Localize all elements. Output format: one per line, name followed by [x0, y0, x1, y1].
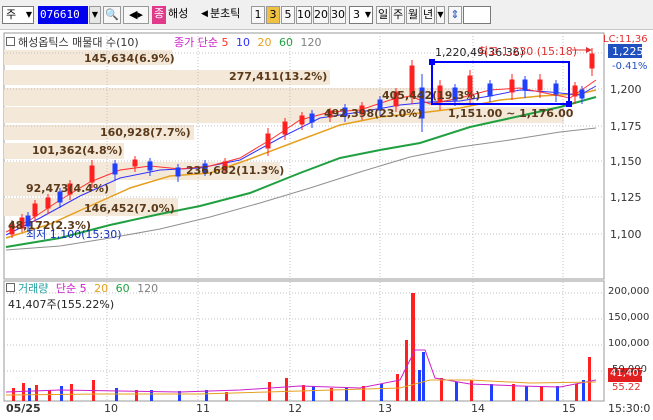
- volume-profile-label-3: 405,442(19.3%): [382, 89, 481, 102]
- price-axis-label-1175: 1,175: [610, 120, 642, 133]
- volume-current-marker-label: 41,407: [610, 368, 645, 379]
- volume-axis-label-150000: 150,000: [608, 312, 650, 323]
- high-annotation: 최고 1,230 (15:18): [478, 45, 578, 58]
- range-handle-tl: [429, 59, 435, 65]
- ma-legend-60: 60: [278, 36, 293, 49]
- panel-square-icon: [6, 37, 15, 46]
- volume-profile-label-7: 92,473(4.4%): [26, 182, 110, 195]
- volume-legend-prefix: 단순: [55, 282, 77, 295]
- ma-legend-5: 5: [221, 36, 229, 49]
- price-axis-label-1100: 1,100: [610, 228, 642, 241]
- price-axis-label-1150: 1,150: [610, 155, 642, 168]
- volume-panel-title: 거래량 단순 5 20 60 120: [6, 280, 158, 296]
- lc-label: LC:11,36: [603, 34, 648, 45]
- volume-profile-label-4: 160,928(7.7%): [100, 126, 191, 139]
- price-panel-title: 해성옵틱스 매물대 수(10): [6, 34, 139, 50]
- band-range-label: 1,151.00 ~ 1,176.00: [448, 107, 574, 120]
- price-panel-title-text: 해성옵틱스 매물대 수(10): [18, 36, 139, 49]
- ma-legend-10: 10: [235, 36, 250, 49]
- volume-profile-label-8: 146,452(7.0%): [84, 202, 175, 215]
- x-axis-label-13: 13: [378, 402, 392, 415]
- volume-current-pct: 55.22: [612, 382, 641, 393]
- x-axis-label-11: 11: [196, 402, 210, 415]
- x-axis-label-14: 14: [471, 402, 485, 415]
- volume-legend-120: 120: [137, 282, 159, 295]
- price-ma-legend: 종가 단순 5 10 20 60 120: [174, 34, 321, 50]
- price-axis-label-1225: 1,225: [612, 45, 644, 58]
- price-axis-label-1125: 1,125: [610, 191, 642, 204]
- volume-axis-label-200000: 200,000: [608, 286, 650, 297]
- x-axis-end-time: 15:30:0: [608, 402, 651, 415]
- low-annotation: 최저 1,100(15:30): [26, 228, 122, 241]
- price-axis-label-1200: 1,200: [610, 83, 642, 96]
- volume-legend-20: 20: [94, 282, 109, 295]
- ma-legend-prefix: 종가 단순: [174, 36, 218, 49]
- volume-profile-label-5: 101,362(4.8%): [32, 144, 123, 157]
- volume-axis-label-100000: 100,000: [608, 338, 650, 349]
- volume-profile-label-1: 145,634(6.9%): [84, 52, 175, 65]
- panel-square-icon: [6, 283, 15, 292]
- ma-legend-20: 20: [257, 36, 272, 49]
- ma-legend-120: 120: [300, 36, 322, 49]
- chart-area[interactable]: 해성옵틱스 매물대 수(10) 종가 단순 5 10 20 60 120 LC:…: [0, 30, 653, 420]
- change-pct-label: -0.41%: [612, 61, 648, 72]
- volume-profile-label-2: 277,411(13.2%): [229, 70, 328, 83]
- volume-legend-5: 5: [79, 282, 87, 295]
- x-axis-label-0525: 05/25: [6, 402, 41, 415]
- volume-current-value: 41,407주(155.22%): [8, 298, 115, 311]
- volume-legend-60: 60: [115, 282, 130, 295]
- band-label: 492,398(23.0%): [324, 107, 423, 120]
- volume-panel-title-text: 거래량: [18, 282, 49, 295]
- volume-profile-label-6: 236,682(11.3%): [186, 164, 285, 177]
- x-axis-label-10: 10: [104, 402, 118, 415]
- x-axis-label-12: 12: [288, 402, 302, 415]
- x-axis-label-15: 15: [562, 402, 576, 415]
